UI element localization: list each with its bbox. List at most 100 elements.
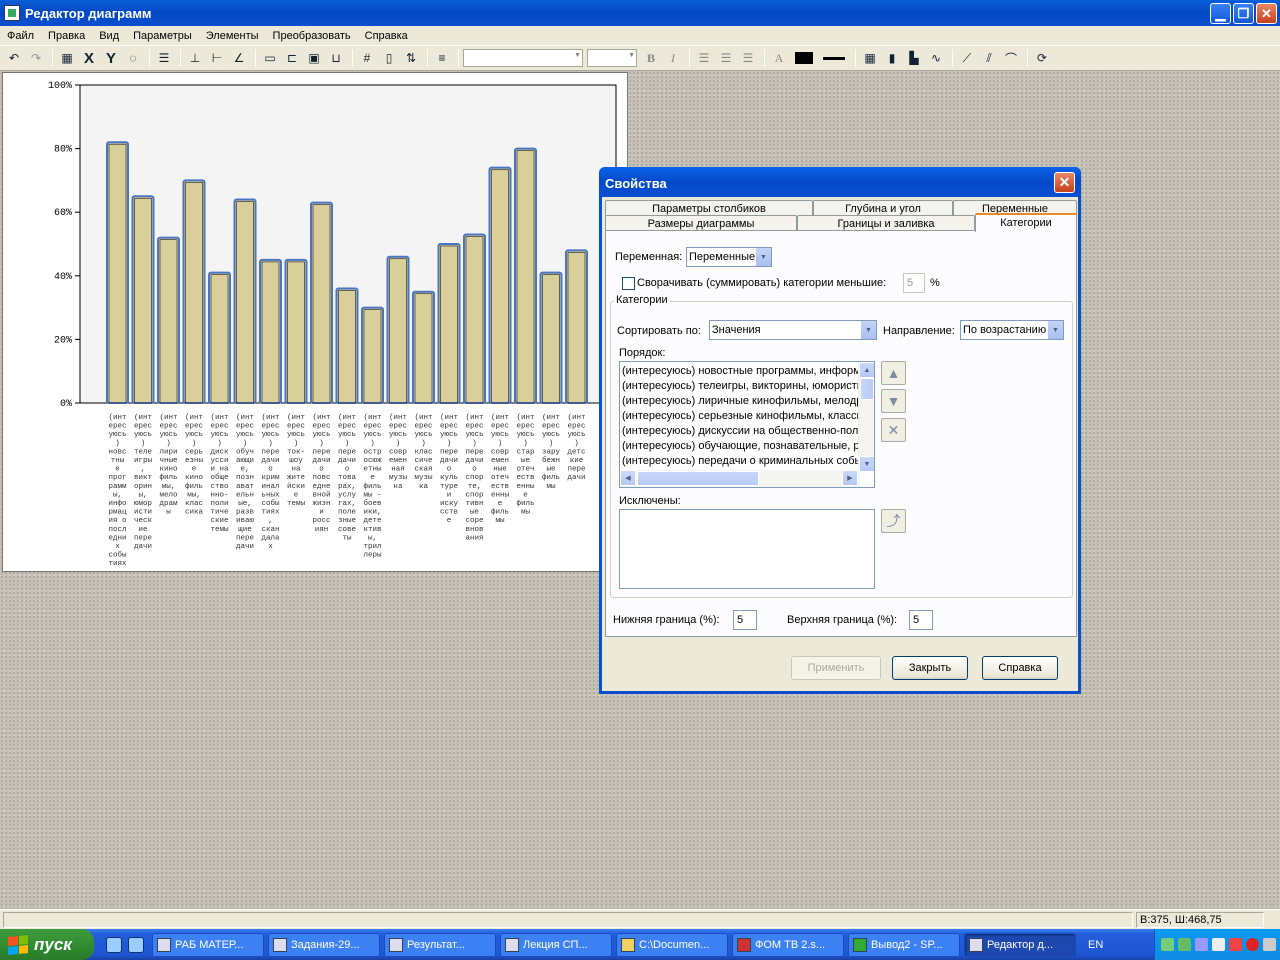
list-item[interactable]: (интересуюсь) обучающие, познавательные,… [620,439,858,454]
tab-categories[interactable]: Категории [975,213,1077,232]
axis-icon[interactable]: ⊥ [185,48,205,68]
desktop-icon[interactable] [128,936,144,953]
taskbar-item[interactable]: Лекция СП... [500,932,612,957]
histogram-icon[interactable]: ▙ [904,48,924,68]
align-right-icon[interactable]: ☰ [738,48,758,68]
hscroll-thumb[interactable] [637,471,759,486]
taskbar-item[interactable]: РАБ МАТЕР... [152,932,264,957]
order-vscrollbar[interactable]: ▲ ▼ [858,362,874,472]
frame-icon[interactable]: ▯ [379,48,399,68]
legend-icon[interactable]: ⊏ [282,48,302,68]
collapse-checkbox[interactable] [622,277,635,290]
x-axis-button[interactable]: X [79,48,99,68]
font-combo[interactable] [463,49,583,67]
redo-icon[interactable]: ↷ [26,48,46,68]
taskbar-item[interactable]: Задания-29... [268,932,380,957]
order-hscrollbar[interactable]: ◀ ▶ [620,470,860,487]
scroll-up-icon[interactable]: ▲ [859,362,874,378]
grid-icon[interactable]: # [357,48,377,68]
app-titlebar[interactable]: Редактор диаграмм ▁ ❐ ✕ [0,0,1280,26]
list-item[interactable]: (интересуюсь) телеигры, викторины, юмори… [620,379,858,394]
excluded-listbox[interactable] [619,509,875,589]
help-button[interactable]: Справка [982,656,1058,680]
exclude-button[interactable]: ✕ [881,418,906,442]
upper-bound-input[interactable]: 5 [909,610,933,630]
italic-button[interactable]: I [663,48,683,68]
title-icon[interactable]: ▭ [260,48,280,68]
line-chart-icon[interactable]: ∿ [926,48,946,68]
taskbar-item[interactable]: Вывод2 - SP... [848,932,960,957]
fit-line-icon[interactable]: ⟋ [957,48,977,68]
bold-button[interactable]: B [641,48,661,68]
antivirus-icon[interactable] [1178,938,1191,951]
dialog-title[interactable]: Свойства [599,167,1081,197]
menu-help[interactable]: Справка [358,30,415,42]
move-down-button[interactable]: ▼ [881,389,906,413]
opera-icon[interactable] [1246,938,1259,951]
volume-icon[interactable] [1212,938,1225,951]
fill-color-icon[interactable] [791,48,817,68]
collapse-input[interactable]: 5 [903,273,925,293]
taskbar-item[interactable]: ФОМ ТВ 2.s... [732,932,844,957]
list-item[interactable]: (интересуюсь) серьезные кинофильмы, клас… [620,409,858,424]
menu-view[interactable]: Вид [92,30,126,42]
list-item[interactable]: (интересуюсь) дискуссии на общественно-п… [620,424,858,439]
swap-icon[interactable]: ⇅ [401,48,421,68]
menu-file[interactable]: Файл [0,30,41,42]
y-axis-button[interactable]: Y [101,48,121,68]
tray-extra-icon[interactable] [1263,938,1276,951]
direction-select[interactable]: По возрастанию ▼ [960,320,1064,340]
tray-alert-icon[interactable] [1229,938,1242,951]
maximize-button[interactable]: ❐ [1233,3,1254,24]
taskbar-item[interactable]: C:\Documen... [616,932,728,957]
move-up-button[interactable]: ▲ [881,361,906,385]
text-color-button[interactable]: A [769,48,789,68]
undo-icon[interactable]: ↶ [4,48,24,68]
footnote-icon[interactable]: ⊔ [326,48,346,68]
dialog-close-button[interactable]: ✕ [1054,172,1075,193]
menu-elements[interactable]: Элементы [199,30,266,42]
bar-chart-icon[interactable]: ▮ [882,48,902,68]
apply-button[interactable]: Применить [791,656,881,680]
taskbar-item-active[interactable]: Редактор д... [964,932,1076,957]
menu-edit[interactable]: Правка [41,30,92,42]
minimize-button[interactable]: ▁ [1210,3,1231,24]
line-style-icon[interactable] [819,48,849,68]
list-item[interactable]: (интересуюсь) передачи о криминальных со… [620,454,858,469]
axis-diagonal-icon[interactable]: ∠ [229,48,249,68]
close-dialog-button[interactable]: Закрыть [892,656,968,680]
sort-select[interactable]: Значения ▼ [709,320,877,340]
align-center-icon[interactable]: ☰ [716,48,736,68]
align-icon[interactable]: ☰ [154,48,174,68]
fit-multi-icon[interactable]: ⫽ [979,48,999,68]
lasso-icon[interactable]: ◌ [123,48,143,68]
scroll-left-icon[interactable]: ◀ [620,470,636,486]
taskbar-item[interactable]: Результат... [384,932,496,957]
menu-options[interactable]: Параметры [126,30,199,42]
ie-icon[interactable] [106,936,122,953]
close-button[interactable]: ✕ [1256,3,1277,24]
scroll-right-icon[interactable]: ▶ [842,470,858,486]
interpolation-icon[interactable]: ⌒ [1001,48,1021,68]
align-left-icon[interactable]: ☰ [694,48,714,68]
scroll-down-icon[interactable]: ▼ [859,456,874,472]
list-item[interactable]: (интересуюсь) лиричные кинофильмы, мелод… [620,394,858,409]
scroll-thumb[interactable] [860,378,874,400]
lower-bound-input[interactable]: 5 [733,610,757,630]
axis-scale-icon[interactable]: ⊢ [207,48,227,68]
size-combo[interactable] [587,49,637,67]
network-icon[interactable] [1161,938,1174,951]
rotate-icon[interactable]: ⟳ [1032,48,1052,68]
start-button[interactable]: пуск [0,929,94,960]
restore-button[interactable]: ⤴ [881,509,906,533]
variable-select[interactable]: Переменные ▼ [686,247,772,267]
tray-app-icon[interactable] [1195,938,1208,951]
table-icon[interactable]: ▦ [860,48,880,68]
properties-icon[interactable]: ▦ [57,48,77,68]
bars-icon[interactable]: ≡ [432,48,452,68]
language-indicator[interactable]: EN [1088,939,1103,951]
menu-transform[interactable]: Преобразовать [266,30,358,42]
textbox-icon[interactable]: ▣ [304,48,324,68]
list-item[interactable]: (интересуюсь) новостные программы, инфор… [620,364,858,379]
chart-canvas[interactable]: 0% 20% 40% 60% 80% 100% (инт ерес уюсь) новс тны е п… [2,72,628,572]
